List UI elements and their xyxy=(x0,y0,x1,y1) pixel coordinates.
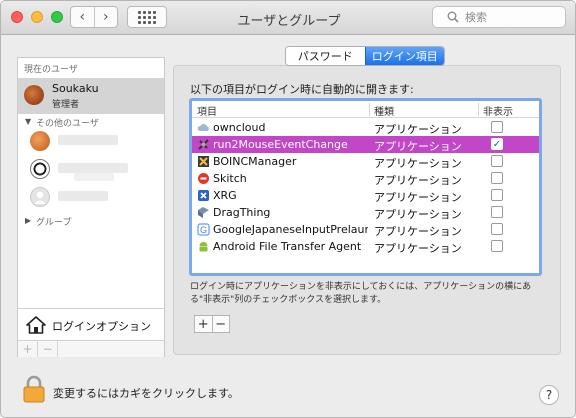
lock-instruction: 変更するにはカギをクリックします。 xyxy=(53,387,239,400)
table-row[interactable]: Android File Transfer Agent アプリケーション xyxy=(192,238,539,255)
user-name: Soukaku xyxy=(52,82,99,95)
tab-password[interactable]: パスワード xyxy=(286,47,365,65)
login-item-name: Skitch xyxy=(213,172,247,185)
tab-login-items[interactable]: ログイン項目 xyxy=(364,47,444,65)
current-user-row[interactable]: Soukaku 管理者 xyxy=(18,78,164,114)
hide-checkbox[interactable] xyxy=(491,189,503,201)
login-item-name: DragThing xyxy=(213,206,271,219)
hide-checkbox[interactable] xyxy=(491,240,503,252)
sidebar-toolbar: + − xyxy=(18,340,164,357)
xrg-icon xyxy=(197,189,210,202)
svg-text:G: G xyxy=(200,225,207,235)
current-user-header: 現在のユーザ xyxy=(24,65,78,75)
tab-segmented-control: パスワード ログイン項目 xyxy=(285,46,445,66)
login-item-name: run2MouseEventChange xyxy=(213,138,348,151)
other-user-avatar-basketball[interactable] xyxy=(30,131,50,151)
script-icon xyxy=(197,138,210,151)
lock-icon[interactable] xyxy=(23,375,45,403)
login-items-table: 項目 種類 非表示 owncloud アプリケーション run2MouseEvent… xyxy=(189,98,542,276)
login-item-name: BOINCManager xyxy=(213,155,297,168)
redacted-user-name xyxy=(58,135,118,145)
column-header-item[interactable]: 項目 xyxy=(197,103,217,118)
remove-login-item-button[interactable]: − xyxy=(211,316,230,332)
table-header: 項目 種類 非表示 xyxy=(192,101,539,118)
login-item-name: XRG xyxy=(213,189,237,202)
table-row[interactable]: XRG アプリケーション xyxy=(192,187,539,204)
title-bar: ‹ › ユーザとグループ 検索 xyxy=(1,1,575,35)
google-input-icon: G xyxy=(197,223,210,236)
house-icon xyxy=(26,316,46,334)
login-item-kind: アプリケーション xyxy=(374,174,462,187)
redacted-user-name xyxy=(58,163,128,173)
redacted-user-name xyxy=(58,191,108,201)
table-row[interactable]: run2MouseEventChange アプリケーション ✓ xyxy=(192,136,539,153)
login-item-kind: アプリケーション xyxy=(374,225,462,238)
hide-checkbox[interactable] xyxy=(491,155,503,167)
login-item-name: GoogleJapaneseInputPrelaunch xyxy=(213,223,368,236)
users-groups-window: ‹ › ユーザとグループ 検索 現在のユーザ Soukaku 管理者 ▼ その他… xyxy=(0,0,576,418)
users-sidebar: 現在のユーザ Soukaku 管理者 ▼ その他のユーザ ▶ グループ ログイン… xyxy=(17,57,165,357)
table-row[interactable]: owncloud アプリケーション xyxy=(192,119,539,136)
help-button[interactable]: ? xyxy=(539,385,559,405)
table-row[interactable]: Skitch アプリケーション xyxy=(192,170,539,187)
hide-checkbox[interactable] xyxy=(491,206,503,218)
login-item-kind: アプリケーション xyxy=(374,191,462,204)
search-field[interactable]: 検索 xyxy=(432,6,566,28)
hide-checkbox[interactable]: ✓ xyxy=(491,138,503,150)
add-remove-control: + − xyxy=(194,315,230,333)
login-options-row[interactable]: ログインオプション xyxy=(18,308,164,340)
user-role: 管理者 xyxy=(52,100,80,110)
add-login-item-button[interactable]: + xyxy=(195,316,212,332)
other-user-avatar-soccer[interactable] xyxy=(30,159,50,179)
avatar xyxy=(24,85,44,105)
dragthing-icon xyxy=(197,206,210,219)
login-options-label: ログインオプション xyxy=(52,320,151,333)
cloud-icon xyxy=(197,121,210,134)
hide-checkbox[interactable] xyxy=(491,172,503,184)
column-header-hidden[interactable]: 非表示 xyxy=(478,103,513,118)
redacted-detail xyxy=(74,173,114,181)
table-row[interactable]: BOINCManager アプリケーション xyxy=(192,153,539,170)
table-row[interactable]: G GoogleJapaneseInputPrelaunch アプリケーション xyxy=(192,221,539,238)
disclosure-down-icon[interactable]: ▼ xyxy=(25,117,31,126)
hide-checkbox[interactable] xyxy=(491,121,503,133)
login-item-kind: アプリケーション xyxy=(374,208,462,221)
login-item-kind: アプリケーション xyxy=(374,242,462,255)
disclosure-right-icon[interactable]: ▶ xyxy=(25,216,31,225)
android-icon xyxy=(197,240,210,253)
login-item-kind: アプリケーション xyxy=(374,157,462,170)
hide-hint-text: ログイン時にアプリケーションを非表示にしておくには、アプリケーションの横にある"… xyxy=(190,282,532,305)
other-user-avatar-generic[interactable] xyxy=(30,187,50,207)
add-user-button[interactable]: + xyxy=(18,341,38,357)
other-users-header: その他のユーザ xyxy=(36,119,99,129)
search-icon xyxy=(447,11,459,23)
table-row[interactable]: DragThing アプリケーション xyxy=(192,204,539,221)
hide-checkbox[interactable] xyxy=(491,223,503,235)
login-item-kind: アプリケーション xyxy=(374,123,462,136)
column-header-kind[interactable]: 種類 xyxy=(369,103,394,118)
login-items-heading: 以下の項目がログイン時に自動的に開きます: xyxy=(190,83,414,96)
login-item-name: owncloud xyxy=(213,121,266,134)
login-item-name: Android File Transfer Agent xyxy=(213,240,362,253)
group-header: グループ xyxy=(36,218,72,228)
skitch-icon xyxy=(197,172,210,185)
person-icon xyxy=(34,191,46,204)
remove-user-button[interactable]: − xyxy=(38,341,58,357)
login-item-kind: アプリケーション xyxy=(374,140,462,153)
boinc-icon xyxy=(197,155,210,168)
search-placeholder: 検索 xyxy=(465,11,487,24)
